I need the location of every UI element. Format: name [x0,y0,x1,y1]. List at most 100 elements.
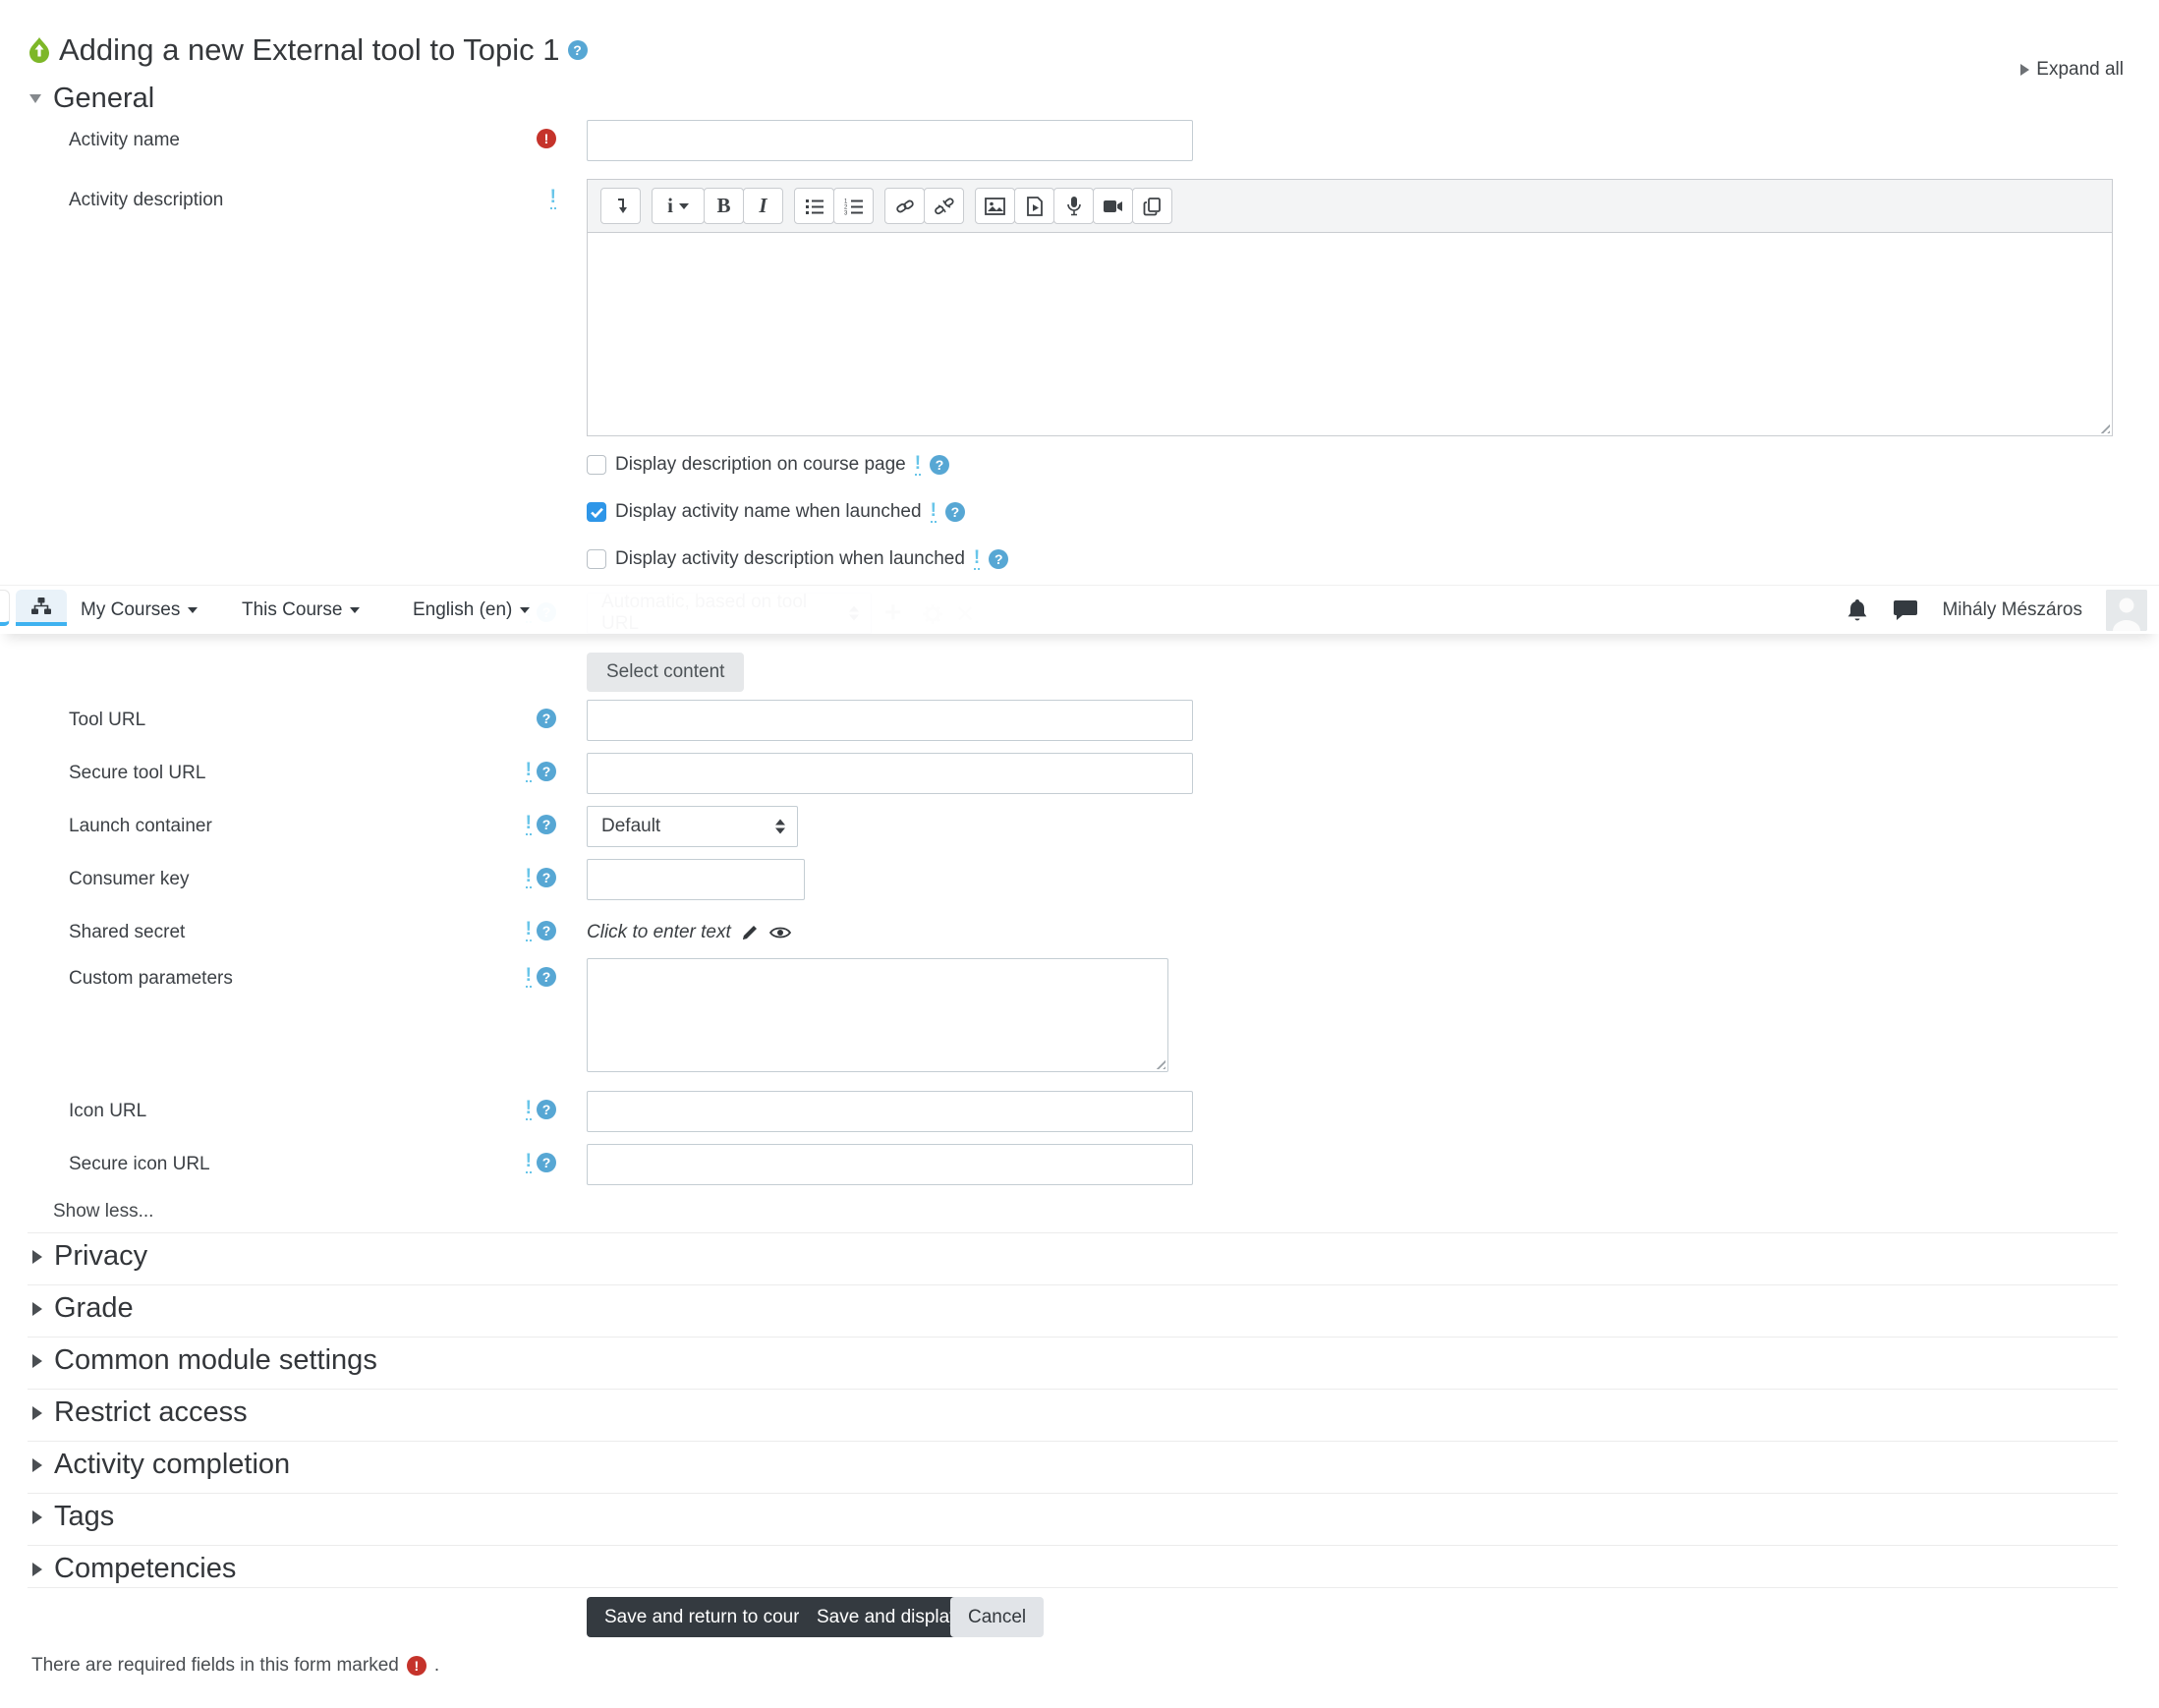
unlink-button[interactable] [924,188,964,224]
advanced-icon: ! [525,918,532,941]
toolbar-toggle-button[interactable] [600,188,641,224]
secure-icon-url-input[interactable] [587,1144,1193,1185]
section-privacy-header[interactable]: Privacy [0,1240,147,1273]
section-grade-header[interactable]: Grade [0,1292,134,1325]
external-tool-activity-icon [29,36,49,63]
show-less-link[interactable]: Show less... [53,1201,153,1223]
section-title: Competencies [54,1553,237,1584]
checkbox-label[interactable]: Display activity name when launched [615,501,922,523]
checkbox-checked[interactable] [587,502,606,522]
triangle-right-icon [32,1405,42,1420]
icon-url-input[interactable] [587,1091,1193,1132]
help-icon[interactable]: ? [989,549,1009,569]
required-note-text: There are required fields in this form m… [31,1655,399,1676]
record-audio-button[interactable] [1053,188,1094,224]
consumer-key-label: Consumer key [69,869,190,889]
custom-parameters-label: Custom parameters [69,968,233,989]
select-content-button[interactable]: Select content [587,653,745,692]
person-icon [2106,590,2147,631]
resize-handle[interactable] [2097,421,2110,433]
italic-button[interactable]: I [743,188,783,224]
nav-tab-partial[interactable] [0,590,10,626]
consumer-key-input[interactable] [587,859,805,900]
nav-tab-sitemap[interactable] [16,590,67,626]
insert-media-button[interactable] [1014,188,1054,224]
section-tags-header[interactable]: Tags [0,1501,114,1533]
nav-menu-label: English (en) [413,599,513,620]
title-help-icon[interactable]: ? [567,39,588,60]
help-icon[interactable]: ? [537,815,556,834]
shared-secret-placeholder[interactable]: Click to enter text [587,922,731,943]
description-textarea[interactable] [587,233,2113,436]
help-icon[interactable]: ? [537,709,556,728]
tool-url-input[interactable] [587,700,1193,741]
editor-toolbar: i B I 1 2 3 [587,179,2113,233]
checkbox-label[interactable]: Display activity description when launch… [615,548,965,570]
required-note-suffix: . [433,1655,440,1676]
divider [28,1389,2118,1390]
avatar[interactable] [2106,590,2147,631]
bold-button[interactable]: B [704,188,744,224]
advanced-icon: ! [549,186,556,209]
manage-files-button[interactable] [1132,188,1172,224]
section-general-header[interactable]: General [0,83,154,115]
section-restrict-access-header[interactable]: Restrict access [0,1396,248,1429]
nav-menu-language[interactable]: English (en) [413,586,531,635]
divider [28,1545,2118,1546]
secure-tool-url-input[interactable] [587,753,1193,794]
help-icon[interactable]: ? [537,921,556,940]
notifications-bell-icon[interactable] [1846,598,1869,623]
help-icon[interactable]: ? [944,502,965,522]
user-name[interactable]: Mihály Mészáros [1942,599,2082,621]
custom-parameters-textarea[interactable] [587,958,1168,1072]
checkbox-label[interactable]: Display description on course page [615,454,906,476]
help-icon[interactable]: ? [537,868,556,887]
messages-icon[interactable] [1893,598,1918,622]
ordered-list-button[interactable]: 1 2 3 [833,188,874,224]
section-competencies-header[interactable]: Competencies [0,1553,236,1585]
help-icon[interactable]: ? [930,455,950,475]
arrow-up-icon [775,819,785,826]
caret-down-icon [520,607,531,613]
insert-image-button[interactable] [975,188,1015,224]
paragraph-styles-button[interactable]: i [652,188,705,224]
record-video-button[interactable] [1093,188,1133,224]
advanced-icon: ! [525,1097,532,1120]
nav-menu-label: My Courses [81,599,181,620]
page: Adding a new External tool to Topic 1 ? … [0,0,2159,1708]
checkbox-unchecked[interactable] [587,455,606,475]
help-icon[interactable]: ? [537,1100,556,1119]
secure-icon-url-label: Secure icon URL [69,1154,210,1174]
section-activity-completion-header[interactable]: Activity completion [0,1449,290,1481]
check-icon [590,507,603,518]
divider [28,1232,2118,1233]
checkbox-unchecked[interactable] [587,549,606,569]
nav-menu-my-courses[interactable]: My Courses [81,586,199,635]
expand-all-link[interactable]: Expand all [2020,59,2124,81]
required-fields-note: There are required fields in this form m… [31,1655,439,1677]
page-title: Adding a new External tool to Topic 1 [59,31,560,67]
launch-container-label: Launch container [69,816,212,836]
launch-container-select[interactable]: Default [587,806,798,847]
help-icon[interactable]: ? [537,1153,556,1172]
section-common-module-settings-header[interactable]: Common module settings [0,1344,377,1377]
help-icon[interactable]: ? [537,762,556,781]
numbered-list-icon: 1 2 3 [844,199,863,215]
unordered-list-button[interactable] [794,188,834,224]
divider [28,1441,2118,1442]
link-button[interactable] [884,188,925,224]
nav-menu-this-course[interactable]: This Course [242,586,361,635]
activity-name-input[interactable] [587,120,1193,161]
link-icon [895,199,914,212]
microphone-icon [1066,197,1081,216]
triangle-right-icon [32,1249,42,1264]
section-title: Common module settings [54,1344,377,1376]
svg-text:3: 3 [844,210,848,215]
divider [28,1493,2118,1494]
help-icon[interactable]: ? [537,967,556,987]
cancel-button[interactable]: Cancel [950,1597,1045,1637]
arrow-down-icon [775,827,785,834]
pencil-edit-icon[interactable] [741,924,759,941]
resize-handle[interactable] [1153,1056,1165,1069]
eye-icon[interactable] [768,925,792,940]
